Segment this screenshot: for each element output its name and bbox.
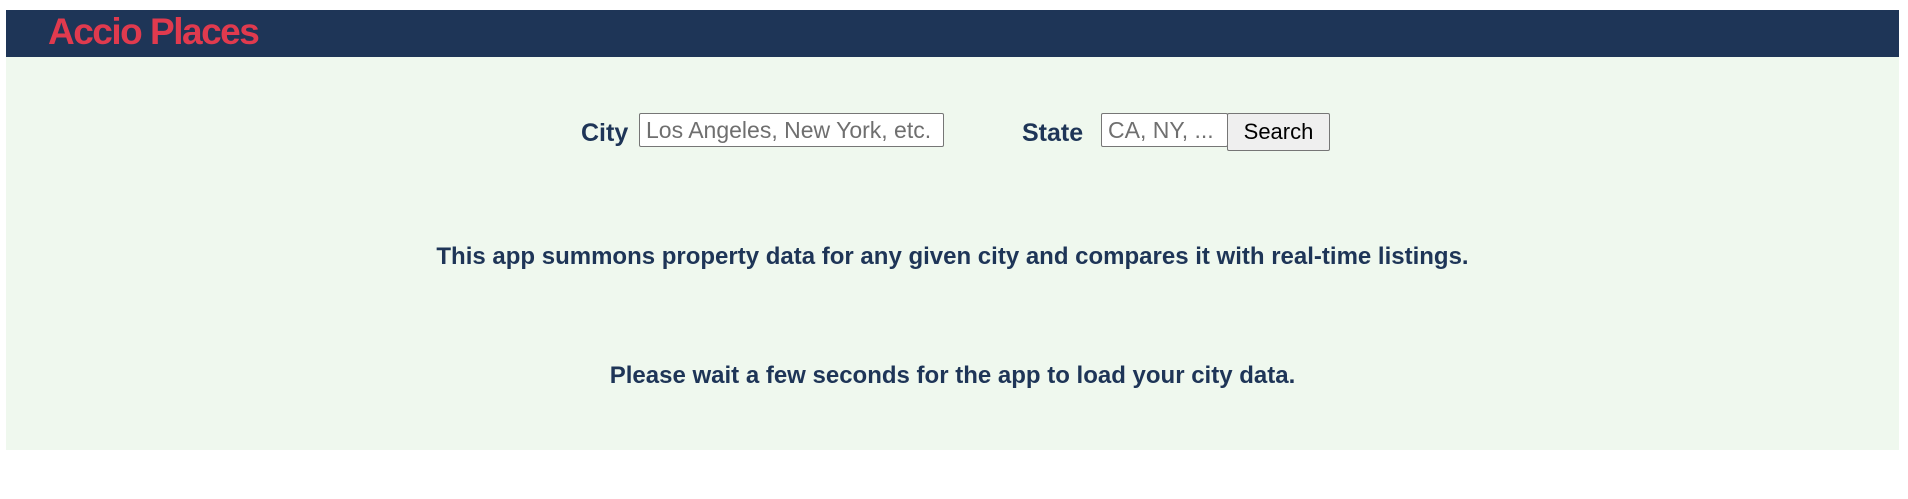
main-panel: City State Search This app summons prope… [6,57,1899,450]
state-input[interactable] [1101,113,1228,147]
app-logo-title[interactable]: Accio Places [48,12,260,52]
intro-text: This app summons property data for any g… [436,243,1469,270]
search-form: City State Search [6,113,1899,153]
loading-text: Please wait a few seconds for the app to… [609,362,1296,389]
city-input[interactable] [639,113,944,147]
state-label: State [1022,119,1084,147]
city-label: City [581,119,629,147]
top-nav-bar: Accio Places [6,10,1899,57]
search-button[interactable]: Search [1227,113,1330,151]
